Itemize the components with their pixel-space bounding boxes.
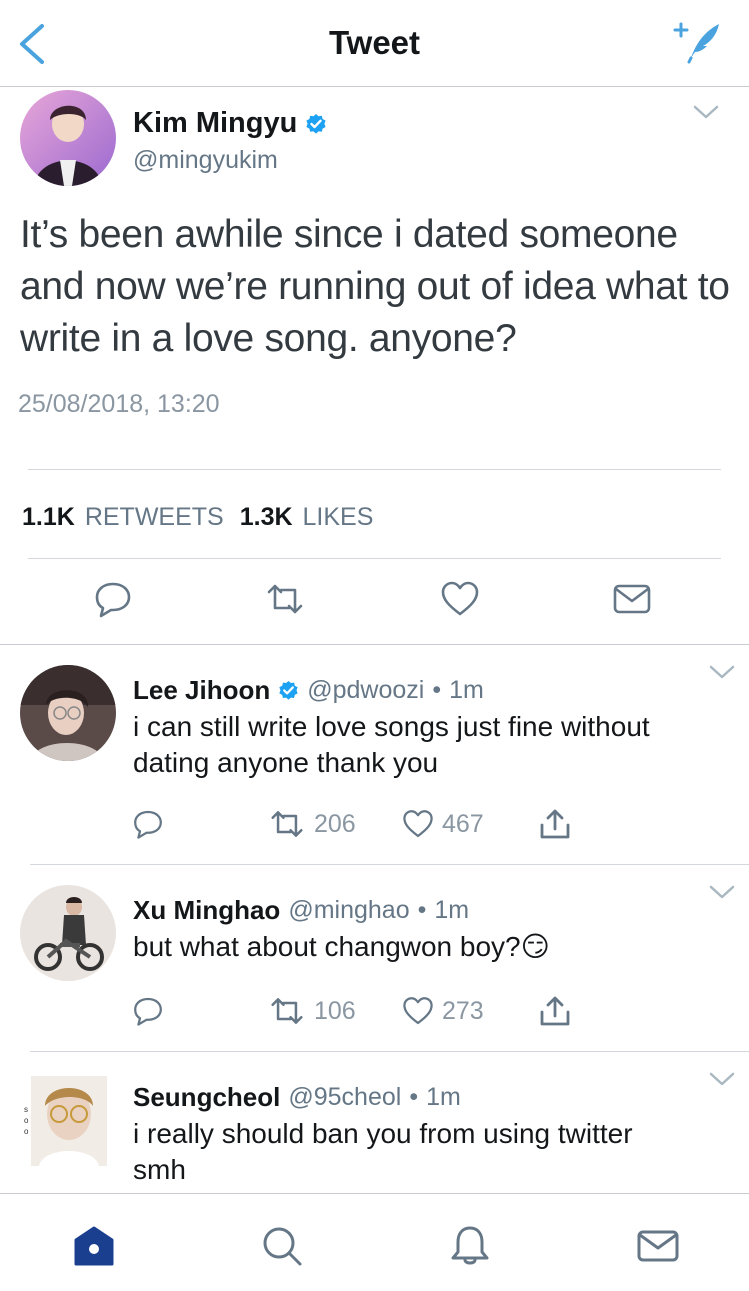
- separator-dot: •: [432, 676, 442, 704]
- divider: [0, 644, 749, 645]
- share-button[interactable]: [538, 807, 572, 841]
- retweets-label[interactable]: RETWEETS: [85, 503, 224, 532]
- like-button[interactable]: 467: [402, 807, 484, 841]
- tweet-actions: [0, 580, 749, 620]
- top-navigation-bar: Tweet: [0, 0, 749, 87]
- chevron-down-icon[interactable]: [692, 103, 720, 121]
- reply-actions: 206 467: [0, 807, 749, 843]
- retweets-count[interactable]: 1.1K: [22, 503, 75, 532]
- divider: [28, 469, 721, 470]
- like-icon[interactable]: [440, 580, 480, 618]
- messages-icon[interactable]: [636, 1224, 680, 1268]
- retweet-button[interactable]: 106: [268, 994, 356, 1028]
- reply-text: i can still write love songs just fine w…: [133, 711, 650, 778]
- compose-tweet-icon[interactable]: [671, 18, 723, 64]
- reply-text-row: but what about changwon boy?😏: [133, 929, 733, 965]
- share-icon: [540, 996, 570, 1026]
- dm-icon[interactable]: [612, 580, 652, 618]
- verified-badge-icon: [306, 113, 326, 134]
- separator-dot: •: [417, 896, 427, 924]
- share-button[interactable]: [538, 994, 572, 1028]
- separator-dot: •: [409, 1083, 419, 1111]
- side-marks: s o o: [24, 1105, 29, 1136]
- retweet-icon: [271, 811, 303, 837]
- author-handle[interactable]: @minghao: [288, 896, 409, 925]
- search-icon[interactable]: [260, 1224, 304, 1268]
- retweet-icon: [271, 998, 303, 1024]
- avatar[interactable]: [20, 665, 116, 761]
- avatar[interactable]: [31, 1076, 107, 1166]
- author-name[interactable]: Seungcheol: [133, 1082, 280, 1113]
- reply-text: i really should ban you from using twitt…: [133, 1118, 633, 1185]
- home-icon[interactable]: [72, 1224, 116, 1268]
- retweet-count: 106: [314, 996, 356, 1025]
- like-count: 467: [442, 809, 484, 838]
- like-icon: [403, 997, 433, 1025]
- likes-label[interactable]: LIKES: [303, 503, 374, 532]
- reply-actions: 106 273: [0, 994, 749, 1030]
- page-title: Tweet: [328, 24, 421, 61]
- author-name[interactable]: Xu Minghao: [133, 895, 280, 926]
- reply-text: but what about changwon boy?: [133, 931, 521, 962]
- tweet-text: It’s been awhile since i dated someone a…: [20, 213, 730, 360]
- reply-icon: [134, 997, 162, 1026]
- reply-button[interactable]: [132, 994, 164, 1028]
- author-handle[interactable]: @pdwoozi: [307, 676, 424, 705]
- reply-icon[interactable]: [93, 580, 133, 618]
- like-button[interactable]: 273: [402, 994, 484, 1028]
- author-name[interactable]: Lee Jihoon: [133, 675, 270, 706]
- tweet-timestamp: 25/08/2018, 13:20: [18, 390, 220, 418]
- engagement-stats: 1.1K RETWEETS 1.3K LIKES: [22, 503, 373, 532]
- avatar[interactable]: [20, 90, 116, 186]
- chevron-down-icon[interactable]: [708, 1070, 736, 1088]
- reply-time: 1m: [426, 1083, 461, 1111]
- avatar[interactable]: [20, 885, 116, 981]
- verified-badge-icon: [279, 680, 298, 700]
- likes-count[interactable]: 1.3K: [240, 503, 293, 532]
- share-icon: [540, 809, 570, 839]
- divider: [30, 864, 749, 865]
- retweet-button[interactable]: 206: [268, 807, 356, 841]
- reply-header: Xu Minghao @minghao • 1m: [133, 895, 469, 926]
- reply-header: Lee Jihoon @pdwoozi • 1m: [133, 675, 484, 706]
- divider: [28, 558, 721, 559]
- reply-header: Seungcheol @95cheol • 1m: [133, 1082, 461, 1113]
- smirk-emoji: 😏: [520, 930, 550, 963]
- chevron-down-icon[interactable]: [708, 883, 736, 901]
- reply-icon: [134, 810, 162, 839]
- like-count: 273: [442, 996, 484, 1025]
- notifications-icon[interactable]: [448, 1224, 492, 1268]
- author-name[interactable]: Kim Mingyu: [133, 107, 297, 140]
- reply-time: 1m: [434, 896, 470, 924]
- reply-time: 1m: [449, 676, 484, 704]
- retweet-icon[interactable]: [265, 580, 305, 618]
- bottom-tab-bar: [0, 1193, 749, 1291]
- author-handle[interactable]: @95cheol: [288, 1083, 401, 1112]
- divider: [30, 1051, 749, 1052]
- reply-button[interactable]: [132, 807, 164, 841]
- chevron-down-icon[interactable]: [708, 663, 736, 681]
- author-handle[interactable]: @mingyukim: [133, 146, 278, 175]
- retweet-count: 206: [314, 809, 356, 838]
- author-name-row: Kim Mingyu: [133, 107, 327, 140]
- like-icon: [403, 810, 433, 838]
